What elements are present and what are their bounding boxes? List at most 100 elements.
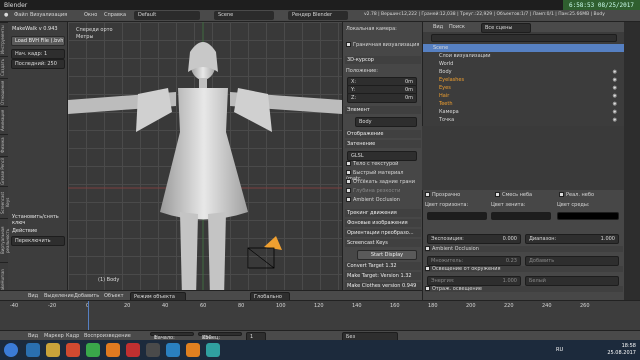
outliner-row-teeth[interactable]: Teeth ◉ — [423, 100, 625, 108]
eye-icon[interactable]: ◉ — [613, 93, 617, 99]
tab-create[interactable]: Создать — [0, 56, 8, 78]
eye-icon[interactable]: ◉ — [613, 77, 617, 83]
app-icon[interactable] — [206, 343, 220, 357]
clip-border-toggle[interactable]: Граничная визуализация — [346, 42, 420, 48]
start-display-button[interactable]: Start Display — [357, 250, 417, 260]
firefox-icon[interactable] — [106, 343, 120, 357]
zenith-color-swatch[interactable] — [491, 212, 551, 220]
outliner-row-eyes[interactable]: Eyes ◉ — [423, 84, 625, 92]
exposure-field[interactable]: Экспозиция: 0.000 — [427, 234, 521, 244]
tab-physics[interactable]: Физика — [0, 134, 8, 156]
tl-menu-marker[interactable]: Маркер — [44, 333, 64, 339]
display-panel-header[interactable]: Отображение — [345, 130, 421, 138]
horizon-color-swatch[interactable] — [427, 212, 487, 220]
start-frame-input[interactable]: Начало: 1 — [150, 332, 194, 341]
menu-add[interactable]: Добавить — [74, 293, 99, 299]
scene-selector[interactable]: Scene — [214, 11, 274, 20]
tl-menu-frame[interactable]: Кадр — [66, 333, 79, 339]
outliner-row-world[interactable]: World — [423, 60, 625, 68]
start-frame-field[interactable]: Нач. кадр: 1 — [11, 49, 65, 59]
ao-toggle[interactable]: Ambient Occlusion — [346, 197, 420, 203]
range-field[interactable]: Диапазон: 1.000 — [525, 234, 619, 244]
menu-object[interactable]: Объект — [104, 293, 124, 299]
transform-orientations-header[interactable]: Ориентации преобразо... — [345, 229, 421, 237]
app-icon[interactable] — [146, 343, 160, 357]
3d-viewport[interactable]: Спереди орто Метры (1) Body — [68, 22, 342, 300]
tab-animation[interactable]: Анимация — [0, 106, 8, 134]
menu-render[interactable]: Визуализация — [30, 12, 67, 18]
eye-icon[interactable]: ◉ — [613, 117, 617, 123]
ie-icon[interactable] — [26, 343, 40, 357]
layout-selector[interactable]: Default — [134, 11, 200, 20]
energy-field[interactable]: Энергия: 1.000 — [427, 276, 521, 286]
language-indicator[interactable]: RU — [556, 347, 563, 353]
ao-factor-field[interactable]: Множитель: 0.23 — [427, 256, 521, 266]
textured-solid-toggle[interactable]: Тело с текстурой — [346, 161, 420, 167]
outliner-row-hair[interactable]: Hair ◉ — [423, 92, 625, 100]
outliner-search-input[interactable] — [431, 34, 617, 42]
menu-window[interactable]: Окно — [84, 12, 97, 18]
chrome-icon[interactable] — [86, 343, 100, 357]
eye-icon[interactable]: ◉ — [613, 101, 617, 107]
set-key-header[interactable]: Установить/снять ключ — [12, 214, 67, 226]
make-target-header[interactable]: Make Target: Version 1.32 — [345, 272, 421, 280]
motion-tracking-header[interactable]: Трекинг движения — [345, 209, 421, 217]
tl-menu-view[interactable]: Вид — [28, 333, 38, 339]
action-selector[interactable]: Переключить — [11, 236, 65, 246]
dof-toggle[interactable]: Глубина резкости — [346, 188, 420, 194]
outliner-row-eyelashes[interactable]: Eyelashes ◉ — [423, 76, 625, 84]
env-mode-selector[interactable]: Белый — [525, 276, 619, 286]
makewalk-header[interactable]: MakeWalk v 0.943 — [12, 26, 58, 32]
cursor-panel-header[interactable]: 3D-курсор — [345, 56, 421, 64]
shading-panel-header[interactable]: Затенение — [345, 140, 421, 148]
start-button-icon[interactable] — [4, 343, 18, 357]
timeline-ruler[interactable]: -40 -20 0 20 40 60 80 100 120 140 160 18… — [0, 303, 640, 311]
menu-help[interactable]: Справка — [104, 12, 126, 18]
indirect-lighting-header[interactable]: Отраж. освещение — [425, 286, 623, 292]
tab-vr[interactable]: Виртуальная реальность — [0, 218, 10, 262]
menu-view[interactable]: Вид — [28, 293, 38, 299]
tab-tools[interactable]: Инструменты — [0, 22, 8, 56]
ao-mode-selector[interactable]: Добавить — [525, 256, 619, 266]
last-frame-field[interactable]: Последний: 250 — [11, 59, 65, 69]
menu-file[interactable]: Файл — [14, 12, 28, 18]
load-bvh-button[interactable]: Load BVH File (.bvh) — [11, 36, 65, 46]
shading-mode-selector[interactable]: GLSL — [347, 151, 417, 161]
menu-select[interactable]: Выделение — [44, 293, 74, 299]
eye-icon[interactable]: ◉ — [613, 69, 617, 75]
tab-screencast[interactable]: Screencast Keys — [0, 186, 10, 218]
tl-menu-playback[interactable]: Воспроизведение — [84, 333, 131, 339]
human-model[interactable] — [68, 22, 342, 300]
tab-grease-pencil[interactable]: Grease Pencil — [0, 156, 8, 186]
item-panel-header[interactable]: Элемент — [345, 106, 421, 114]
end-frame-input[interactable]: Конец: 250 — [198, 332, 242, 341]
transparent-toggle[interactable]: Прозрачно — [425, 192, 460, 198]
outliner-scope-selector[interactable]: Все сцены — [481, 23, 531, 33]
outliner-row-body[interactable]: Body ◉ — [423, 68, 625, 76]
ambient-color-swatch[interactable] — [557, 212, 619, 220]
media-icon[interactable] — [66, 343, 80, 357]
blender-logo-icon[interactable]: ● — [4, 12, 8, 18]
outliner-row-camera[interactable]: Камера ◉ — [423, 108, 625, 116]
background-images-header[interactable]: Фоновые изображения — [345, 219, 421, 227]
playhead[interactable] — [88, 301, 89, 331]
ao-panel-header[interactable]: Ambient Occlusion — [425, 246, 623, 252]
right-scrollbar[interactable] — [624, 22, 640, 300]
blend-sky-toggle[interactable]: Смесь неба — [495, 192, 532, 198]
env-lighting-header[interactable]: Освещение от окружения — [425, 266, 623, 272]
outliner-row-render-layers[interactable]: Слои визуализации — [423, 52, 625, 60]
outliner-row-scene[interactable]: Scene — [423, 44, 625, 52]
outliner-row-lamp[interactable]: Точка ◉ — [423, 116, 625, 124]
system-clock[interactable]: 18:58 25.08.2017 — [607, 343, 636, 357]
tab-relations[interactable]: Отношения — [0, 78, 8, 106]
outliner-view-menu[interactable]: Вид — [433, 24, 443, 30]
app-icon[interactable] — [166, 343, 180, 357]
item-name-field[interactable]: Body — [355, 117, 417, 127]
blender-taskbar-icon[interactable] — [186, 343, 200, 357]
make-clothes-header[interactable]: Make Clothes version 0.949 — [345, 282, 421, 290]
outliner-search-menu[interactable]: Поиск — [449, 24, 465, 30]
eye-icon[interactable]: ◉ — [613, 85, 617, 91]
real-sky-toggle[interactable]: Реал. небо — [559, 192, 594, 198]
eye-icon[interactable]: ◉ — [613, 109, 617, 115]
convert-target-header[interactable]: Convert Target 1.32 — [345, 262, 421, 270]
